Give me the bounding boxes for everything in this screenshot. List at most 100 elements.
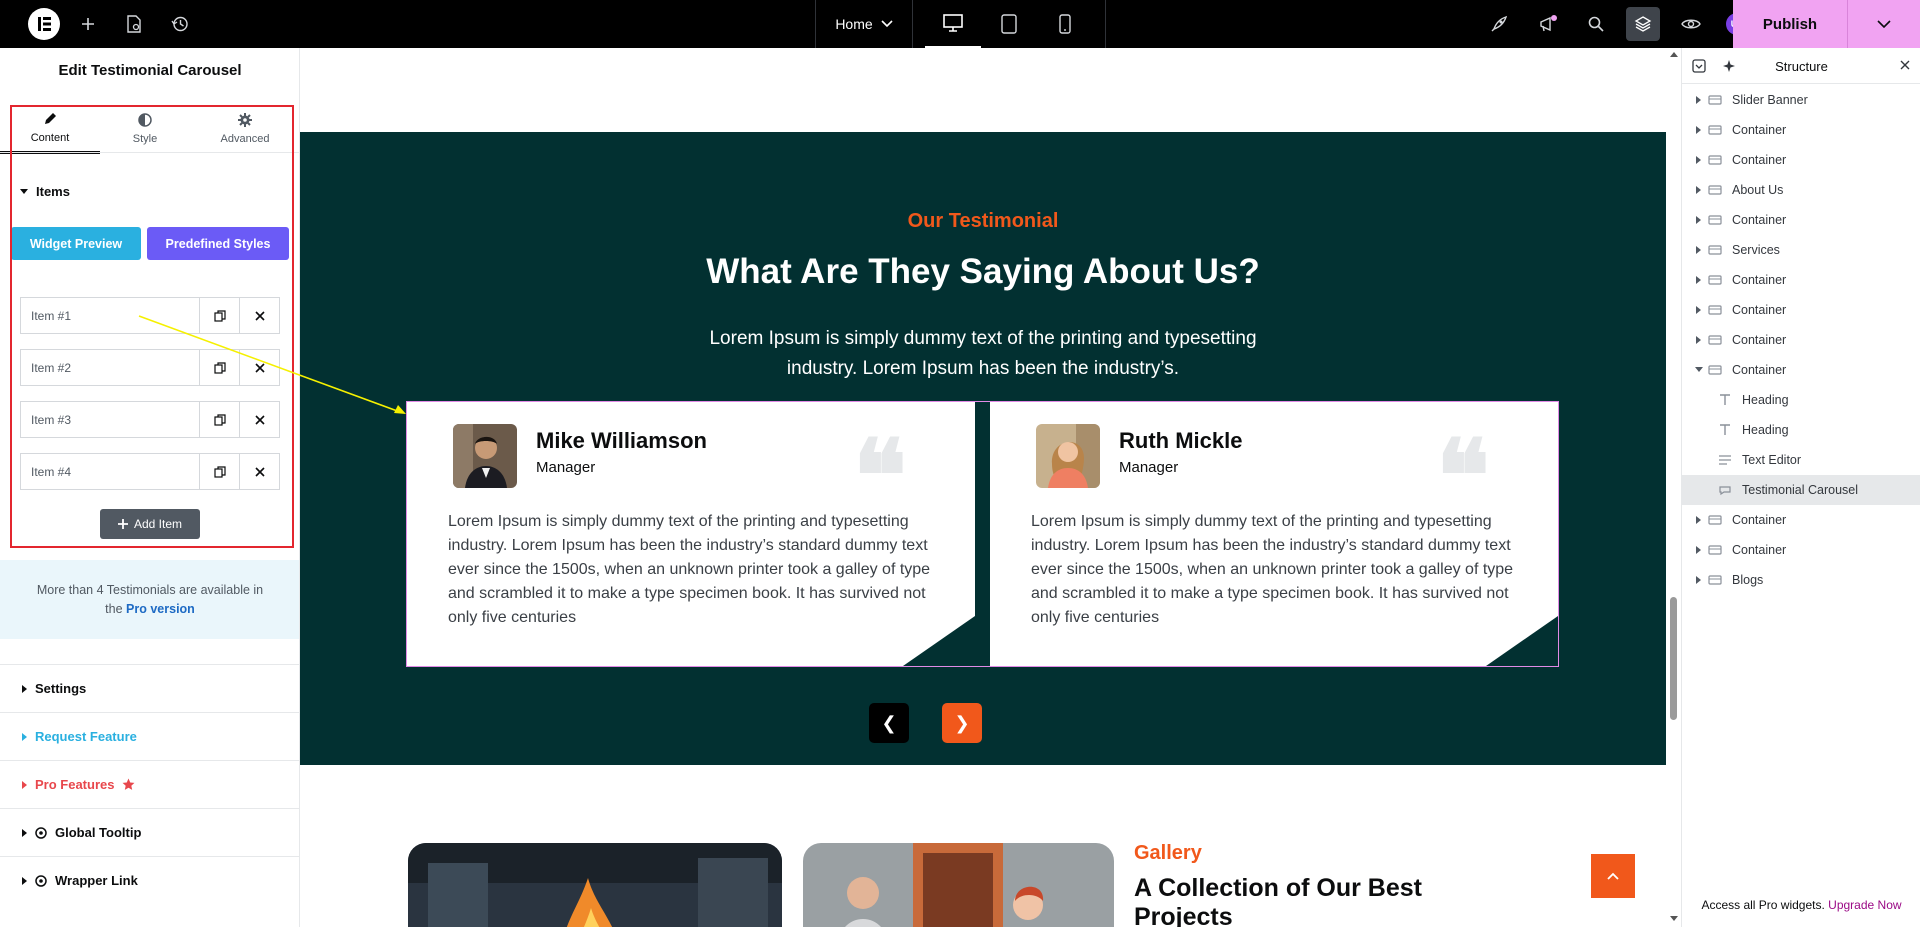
duplicate-icon[interactable] <box>199 298 239 333</box>
tab-style[interactable]: Style <box>95 104 195 154</box>
divider <box>0 152 299 153</box>
structure-row[interactable]: Container <box>1682 325 1920 355</box>
scroll-to-top-button[interactable] <box>1591 854 1635 898</box>
whats-new-icon[interactable] <box>1536 12 1560 36</box>
device-desktop-button[interactable] <box>925 0 981 48</box>
caret-right-icon[interactable] <box>1690 306 1708 314</box>
caret-right-icon[interactable] <box>1690 216 1708 224</box>
caret-right-icon[interactable] <box>1690 156 1708 164</box>
avatar <box>453 424 517 488</box>
structure-row[interactable]: Container <box>1682 505 1920 535</box>
gallery-image[interactable] <box>408 843 782 927</box>
rocket-icon[interactable] <box>1487 12 1511 36</box>
section-global-tooltip[interactable]: Global Tooltip <box>0 808 299 856</box>
repeater-item-label[interactable]: Item #3 <box>21 402 199 437</box>
repeater-item-label[interactable]: Item #4 <box>21 454 199 489</box>
caret-right-icon[interactable] <box>1690 336 1708 344</box>
caret-right-icon[interactable] <box>1690 546 1708 554</box>
add-item-label: Add Item <box>133 517 183 531</box>
pro-version-link[interactable]: Pro version <box>126 602 195 616</box>
structure-row[interactable]: Container <box>1682 115 1920 145</box>
tab-advanced[interactable]: Advanced <box>195 104 295 154</box>
structure-row[interactable]: About Us <box>1682 175 1920 205</box>
canvas-scrollbar[interactable] <box>1667 48 1681 927</box>
preview-eye-icon[interactable] <box>1679 12 1703 36</box>
structure-row[interactable]: Text Editor <box>1682 445 1920 475</box>
structure-row[interactable]: Slider Banner <box>1682 85 1920 115</box>
carousel-next-button[interactable]: ❯ <box>942 703 982 743</box>
repeater-item[interactable]: Item #1 <box>20 297 280 334</box>
testimonial-card[interactable]: Mike Williamson Manager ❝ Lorem Ipsum is… <box>407 402 975 666</box>
page-selector-dropdown[interactable]: Home <box>816 0 912 48</box>
structure-row[interactable]: Services <box>1682 235 1920 265</box>
search-icon[interactable] <box>1584 12 1608 36</box>
section-request-feature[interactable]: Request Feature <box>0 712 299 760</box>
scroll-down-icon[interactable] <box>1670 916 1678 921</box>
testimonial-heading[interactable]: What Are They Saying About Us? <box>300 252 1666 292</box>
section-wrapper-link[interactable]: Wrapper Link <box>0 856 299 904</box>
caret-right-icon[interactable] <box>1690 186 1708 194</box>
history-icon[interactable] <box>168 12 192 36</box>
caret-right-icon[interactable] <box>1690 576 1708 584</box>
caret-right-icon[interactable] <box>1690 276 1708 284</box>
container-icon <box>1708 515 1722 525</box>
add-item-button[interactable]: Add Item <box>100 509 200 539</box>
tab-label: Content <box>30 131 70 144</box>
testimonial-intro[interactable]: Lorem Ipsum is simply dummy text of the … <box>683 324 1283 384</box>
tab-content[interactable]: Content <box>0 104 100 154</box>
scrollbar-thumb[interactable] <box>1670 597 1677 720</box>
structure-row[interactable]: Container <box>1682 205 1920 235</box>
remove-icon[interactable] <box>239 402 279 437</box>
editor-canvas[interactable]: Our Testimonial What Are They Saying Abo… <box>300 48 1667 927</box>
repeater-item[interactable]: Item #3 <box>20 401 280 438</box>
structure-row[interactable]: Container <box>1682 295 1920 325</box>
structure-row[interactable]: Container <box>1682 355 1920 385</box>
gallery-kicker[interactable]: Gallery <box>1134 842 1202 865</box>
repeater-item-label[interactable]: Item #1 <box>21 298 199 333</box>
upgrade-now-link[interactable]: Upgrade Now <box>1828 898 1901 912</box>
add-element-icon[interactable] <box>76 12 100 36</box>
structure-row[interactable]: Blogs <box>1682 565 1920 595</box>
structure-row[interactable]: Testimonial Carousel <box>1682 475 1920 505</box>
elementor-logo-icon[interactable] <box>28 8 60 40</box>
structure-row[interactable]: Container <box>1682 145 1920 175</box>
duplicate-icon[interactable] <box>199 454 239 489</box>
predefined-styles-button[interactable]: Predefined Styles <box>147 227 289 260</box>
scroll-up-icon[interactable] <box>1670 52 1678 57</box>
close-icon[interactable] <box>1900 60 1910 70</box>
caret-right-icon[interactable] <box>1690 246 1708 254</box>
structure-row[interactable]: Heading <box>1682 415 1920 445</box>
repeater-item[interactable]: Item #4 <box>20 453 280 490</box>
caret-right-icon <box>22 780 27 789</box>
widget-preview-button[interactable]: Widget Preview <box>11 227 141 260</box>
carousel-prev-button[interactable]: ❮ <box>869 703 909 743</box>
structure-toggle-icon[interactable] <box>1626 7 1660 41</box>
structure-row[interactable]: Container <box>1682 265 1920 295</box>
section-pro-features[interactable]: Pro Features <box>0 760 299 808</box>
testimonial-card[interactable]: Ruth Mickle Manager ❝ Lorem Ipsum is sim… <box>990 402 1558 666</box>
structure-row[interactable]: Container <box>1682 535 1920 565</box>
caret-down-icon[interactable] <box>1690 367 1708 373</box>
publish-options-button[interactable] <box>1847 0 1920 48</box>
section-settings[interactable]: Settings <box>0 664 299 712</box>
remove-icon[interactable] <box>239 454 279 489</box>
items-section-toggle[interactable]: Items <box>20 184 70 199</box>
duplicate-icon[interactable] <box>199 402 239 437</box>
remove-icon[interactable] <box>239 350 279 385</box>
testimonial-kicker[interactable]: Our Testimonial <box>300 210 1666 233</box>
repeater-item-label[interactable]: Item #2 <box>21 350 199 385</box>
caret-right-icon[interactable] <box>1690 126 1708 134</box>
gallery-image[interactable] <box>803 843 1114 927</box>
testimonial-role: Manager <box>1119 459 1179 476</box>
repeater-item[interactable]: Item #2 <box>20 349 280 386</box>
page-settings-icon[interactable] <box>122 12 146 36</box>
gallery-title[interactable]: A Collection of Our Best Projects <box>1134 874 1454 927</box>
mobile-icon[interactable] <box>1053 12 1077 36</box>
tablet-icon[interactable] <box>997 12 1021 36</box>
structure-row[interactable]: Heading <box>1682 385 1920 415</box>
publish-button[interactable]: Publish <box>1733 0 1847 48</box>
caret-right-icon[interactable] <box>1690 96 1708 104</box>
caret-right-icon[interactable] <box>1690 516 1708 524</box>
remove-icon[interactable] <box>239 298 279 333</box>
duplicate-icon[interactable] <box>199 350 239 385</box>
